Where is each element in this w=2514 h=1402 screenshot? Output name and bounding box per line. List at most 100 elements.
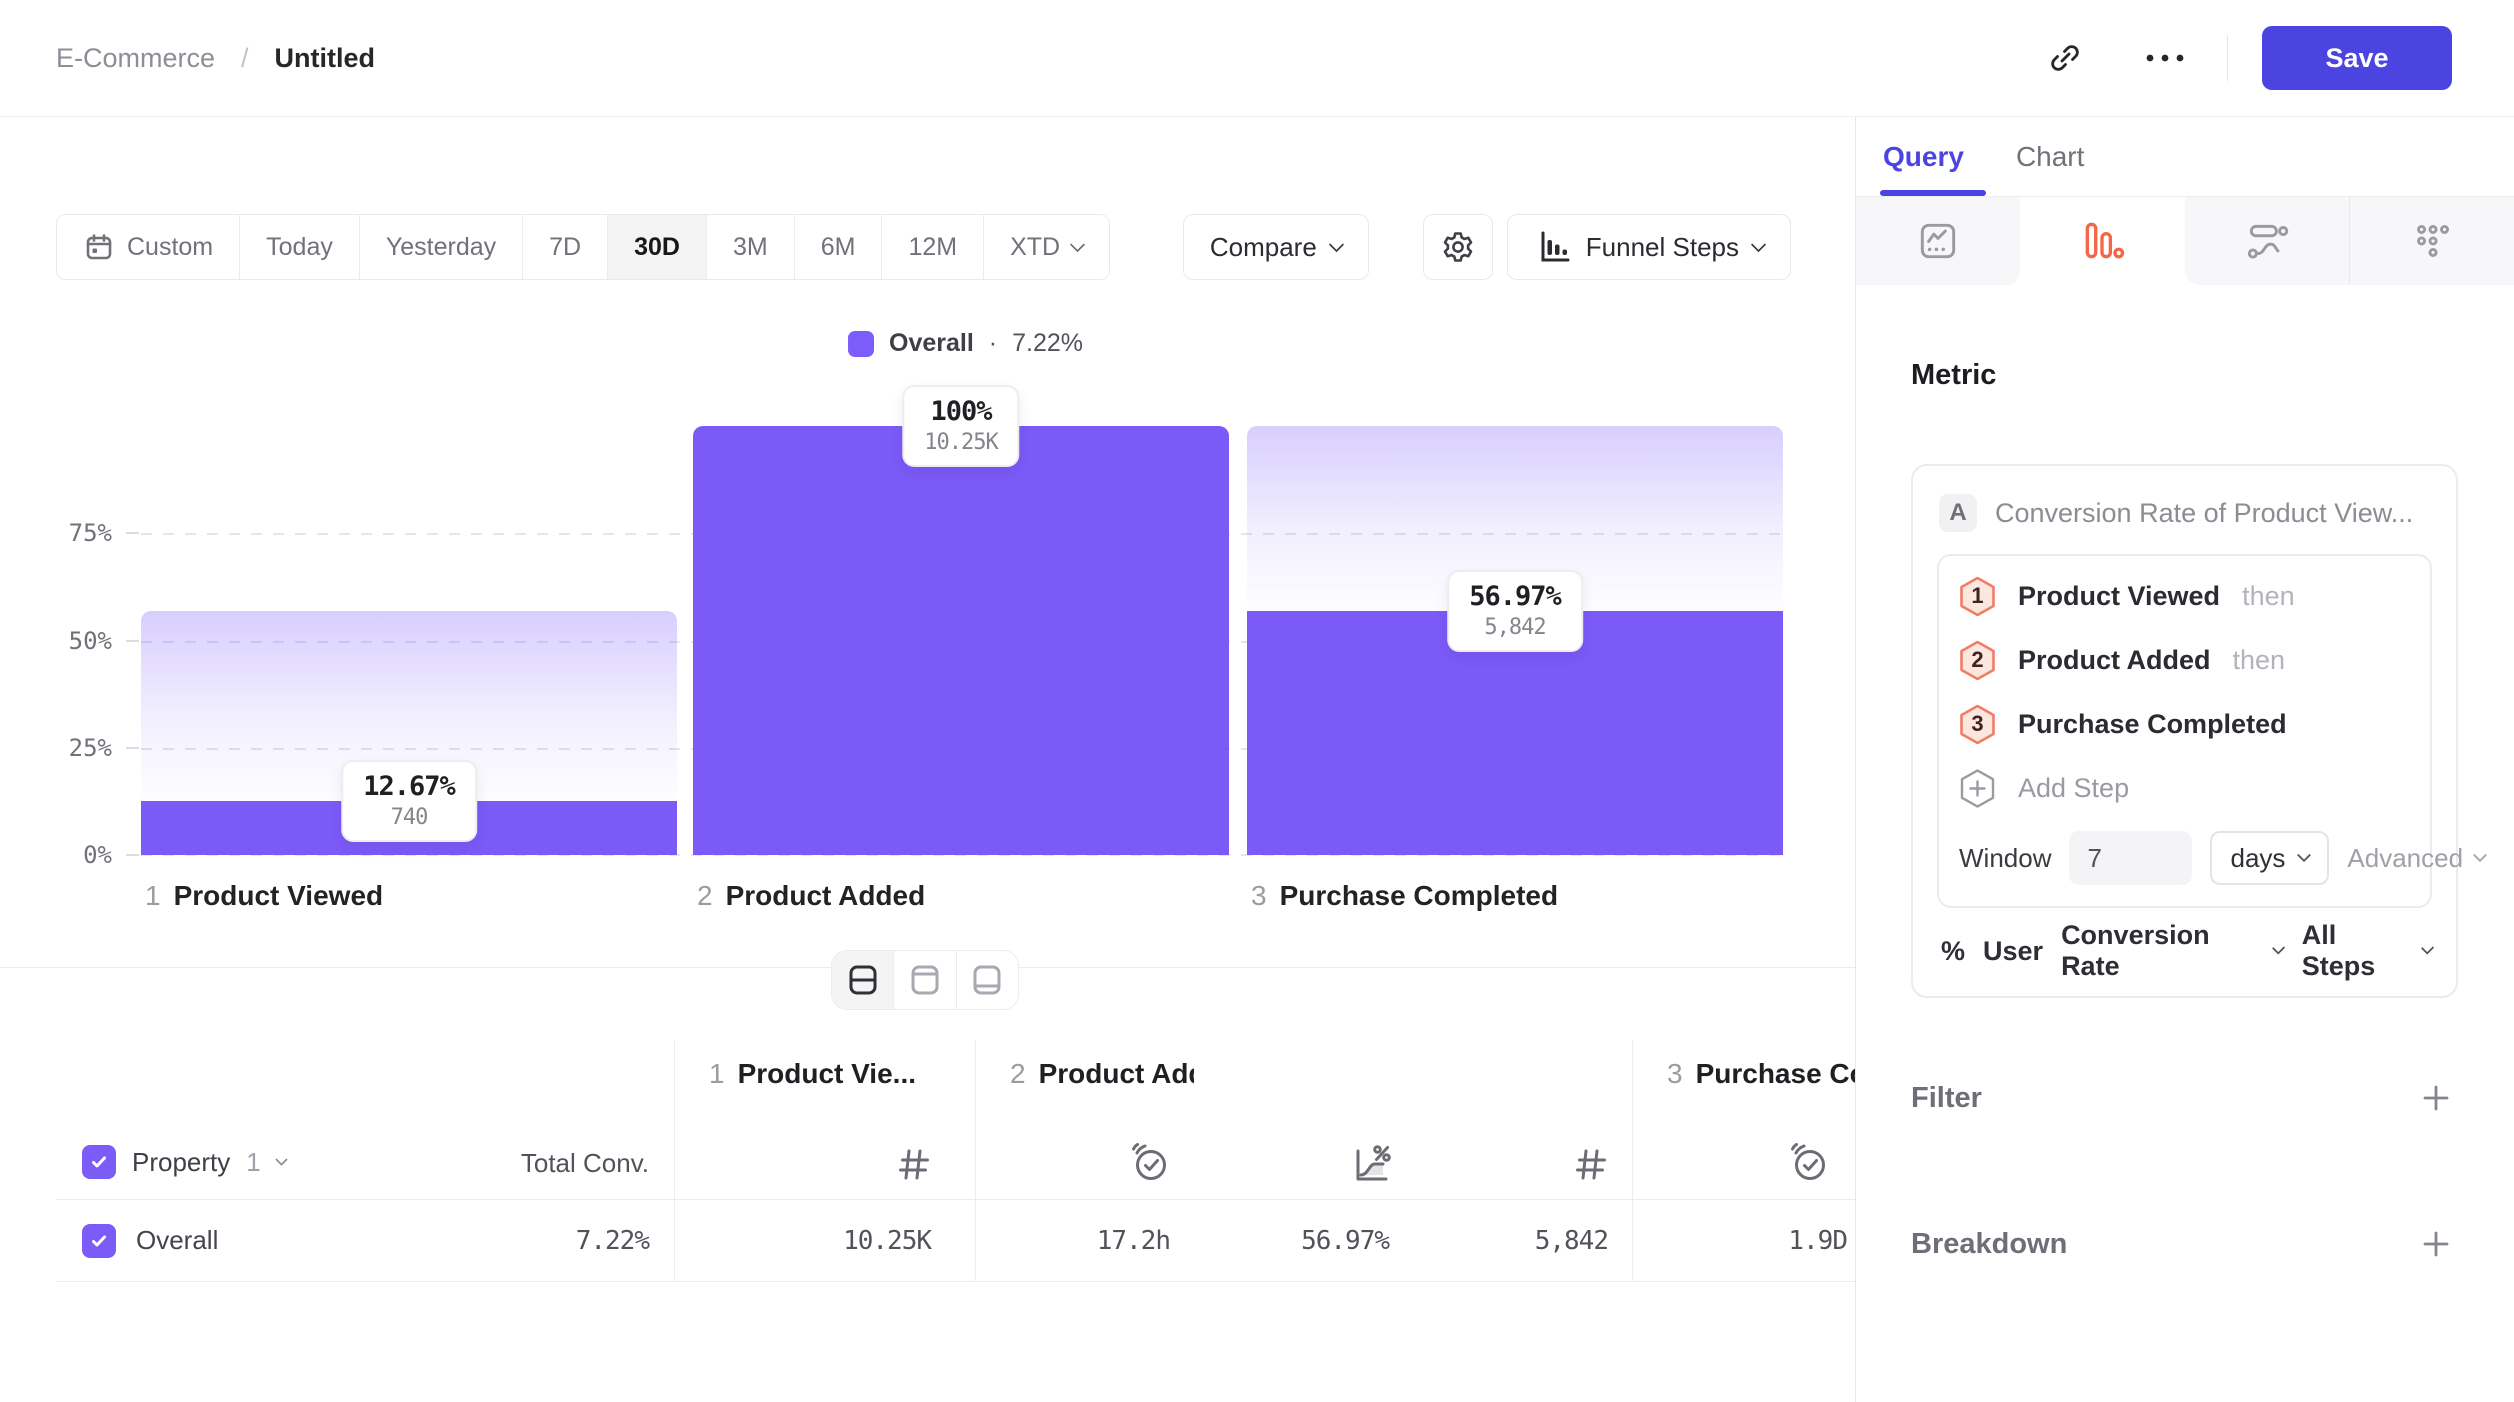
legend-value: 7.22% xyxy=(1012,329,1083,358)
date-range-7d[interactable]: 7D xyxy=(523,215,608,279)
breadcrumb-parent[interactable]: E-Commerce xyxy=(56,43,215,74)
metric-type-tabs xyxy=(1856,196,2514,285)
percent-symbol: % xyxy=(1941,936,1965,967)
page-title[interactable]: Untitled xyxy=(275,43,376,74)
y-axis: 75% 50% 25% 0% xyxy=(0,426,112,855)
time-to-convert-icon[interactable] xyxy=(1787,1139,1833,1187)
tab-query[interactable]: Query xyxy=(1883,141,1964,173)
step-label-3: 3 Purchase Completed xyxy=(1251,880,1558,912)
conversion-window-row: Window days Advanced xyxy=(1959,826,2410,890)
funnel-analytics-app: E-Commerce / Untitled Save xyxy=(0,0,2514,1402)
step-label-2: 2 Product Added xyxy=(697,880,925,912)
date-range-3m[interactable]: 3M xyxy=(707,215,795,279)
date-range-custom[interactable]: Custom xyxy=(57,215,240,279)
date-range-xtd[interactable]: XTD xyxy=(984,215,1109,279)
window-label: Window xyxy=(1959,843,2051,874)
tab-flows[interactable] xyxy=(2185,197,2350,285)
time-to-convert-icon[interactable] xyxy=(1128,1139,1174,1187)
chevron-down-icon xyxy=(2473,848,2487,862)
measure-type-dropdown[interactable]: Conversion Rate xyxy=(2061,920,2284,982)
date-range-yesterday[interactable]: Yesterday xyxy=(360,215,523,279)
measure-entity[interactable]: User xyxy=(1983,936,2043,967)
property-number: 1 xyxy=(246,1147,260,1178)
legend-swatch xyxy=(848,331,874,357)
date-range-today[interactable]: Today xyxy=(240,215,360,279)
step-hexagon-badge: 2 xyxy=(1959,640,1996,681)
table-cell-step1-count: 10.25K xyxy=(674,1200,975,1282)
window-unit-dropdown[interactable]: days xyxy=(2210,831,2329,885)
tab-grid[interactable] xyxy=(2350,197,2514,285)
query-step-3[interactable]: 3 Purchase Completed xyxy=(1959,692,2410,756)
date-range-label: 6M xyxy=(821,233,856,262)
active-tab-underline xyxy=(1880,190,1986,196)
tab-insights[interactable] xyxy=(1856,197,2020,285)
tab-chart[interactable]: Chart xyxy=(2016,141,2084,173)
chart-type-label: Funnel Steps xyxy=(1586,232,1739,263)
funnel-bar-step-2[interactable]: 56.97% 5,842 xyxy=(1247,426,1783,855)
view-toggle-chart-only[interactable] xyxy=(894,951,956,1009)
top-header: E-Commerce / Untitled Save xyxy=(0,0,2514,117)
panel-tabs: Query Chart xyxy=(1856,117,2514,196)
share-link-button[interactable] xyxy=(2033,26,2097,90)
window-value-input[interactable] xyxy=(2069,831,2192,885)
window-unit-label: days xyxy=(2230,843,2285,874)
conversion-count: 5,842 xyxy=(1469,615,1561,640)
measure-scope-dropdown[interactable]: All Steps xyxy=(2302,920,2432,982)
step-name: Purchase Completed xyxy=(1280,880,1559,912)
link-icon xyxy=(2048,41,2082,75)
add-step-label: Add Step xyxy=(2018,773,2129,804)
table-header-property: Property 1 Total Conv. xyxy=(56,1040,674,1200)
measurement-row: % User Conversion Rate All Steps xyxy=(1937,926,2432,976)
tab-funnel[interactable] xyxy=(2020,197,2184,285)
hash-icon[interactable] xyxy=(891,1141,935,1187)
chevron-down-icon xyxy=(275,1153,288,1166)
date-range-label: Yesterday xyxy=(386,233,496,262)
query-step-1[interactable]: 1 Product Viewed then xyxy=(1959,564,2410,628)
funnel-steps-card: 1 Product Viewed then 2 Product Added th… xyxy=(1937,554,2432,908)
axis-tick xyxy=(126,854,139,856)
funnel-value-badge: 12.67% 740 xyxy=(341,760,477,842)
step-then-label: then xyxy=(2242,581,2295,612)
add-filter-button[interactable] xyxy=(2414,1076,2458,1120)
row-name: Overall xyxy=(136,1225,218,1256)
table-cell-step2-count: 5,842 xyxy=(1413,1200,1632,1282)
compare-button[interactable]: Compare xyxy=(1183,214,1369,280)
metric-heading: Metric xyxy=(1911,359,2458,392)
chart-settings-button[interactable] xyxy=(1423,214,1493,280)
results-table: Property 1 Total Conv. 1Product Vie... 2… xyxy=(56,1040,1855,1282)
chart-type-dropdown[interactable]: Funnel Steps xyxy=(1507,214,1791,280)
advanced-dropdown[interactable]: Advanced xyxy=(2347,843,2485,874)
chart-legend: Overall · 7.22% xyxy=(141,329,1790,358)
more-menu-button[interactable] xyxy=(2133,26,2197,90)
date-range-label: 7D xyxy=(549,233,581,262)
measure-scope-label: All Steps xyxy=(2302,920,2409,982)
metric-letter-badge: A xyxy=(1939,494,1977,532)
add-breakdown-button[interactable] xyxy=(2414,1222,2458,1266)
step-name: Purchase Completed xyxy=(1696,1058,1855,1090)
funnel-bar-step-3[interactable]: 12.67% 740 xyxy=(141,426,677,855)
select-all-checkbox[interactable] xyxy=(82,1145,116,1179)
date-range-label: 30D xyxy=(634,233,680,262)
total-conv-value: 7.22% xyxy=(576,1226,649,1256)
property-selector[interactable]: Property 1 xyxy=(82,1145,286,1179)
query-panel: Query Chart xyxy=(1855,117,2514,1402)
save-button[interactable]: Save xyxy=(2262,26,2452,90)
conversion-rate-chart-icon[interactable] xyxy=(1347,1139,1393,1187)
funnel-bar-fill xyxy=(693,426,1229,855)
view-toggle-table-only[interactable] xyxy=(957,951,1018,1009)
date-range-6m[interactable]: 6M xyxy=(795,215,883,279)
metric-name-row[interactable]: A Conversion Rate of Product View... xyxy=(1937,488,2432,534)
row-checkbox[interactable] xyxy=(82,1224,116,1258)
step-number: 1 xyxy=(145,880,161,912)
date-range-30d[interactable]: 30D xyxy=(608,215,707,279)
conversion-count: 10.25K xyxy=(924,430,997,455)
funnel-bar-step-1[interactable]: 100% 10.25K xyxy=(693,426,1229,855)
query-step-2[interactable]: 2 Product Added then xyxy=(1959,628,2410,692)
step-hexagon-badge: 1 xyxy=(1959,576,1996,617)
date-range-12m[interactable]: 12M xyxy=(882,215,984,279)
hash-icon[interactable] xyxy=(1568,1141,1612,1187)
table-row-overall[interactable]: Overall 7.22% xyxy=(56,1200,674,1282)
view-toggle-split[interactable] xyxy=(832,951,894,1009)
add-step-row[interactable]: Add Step xyxy=(1959,756,2410,820)
axis-tick xyxy=(126,640,139,642)
